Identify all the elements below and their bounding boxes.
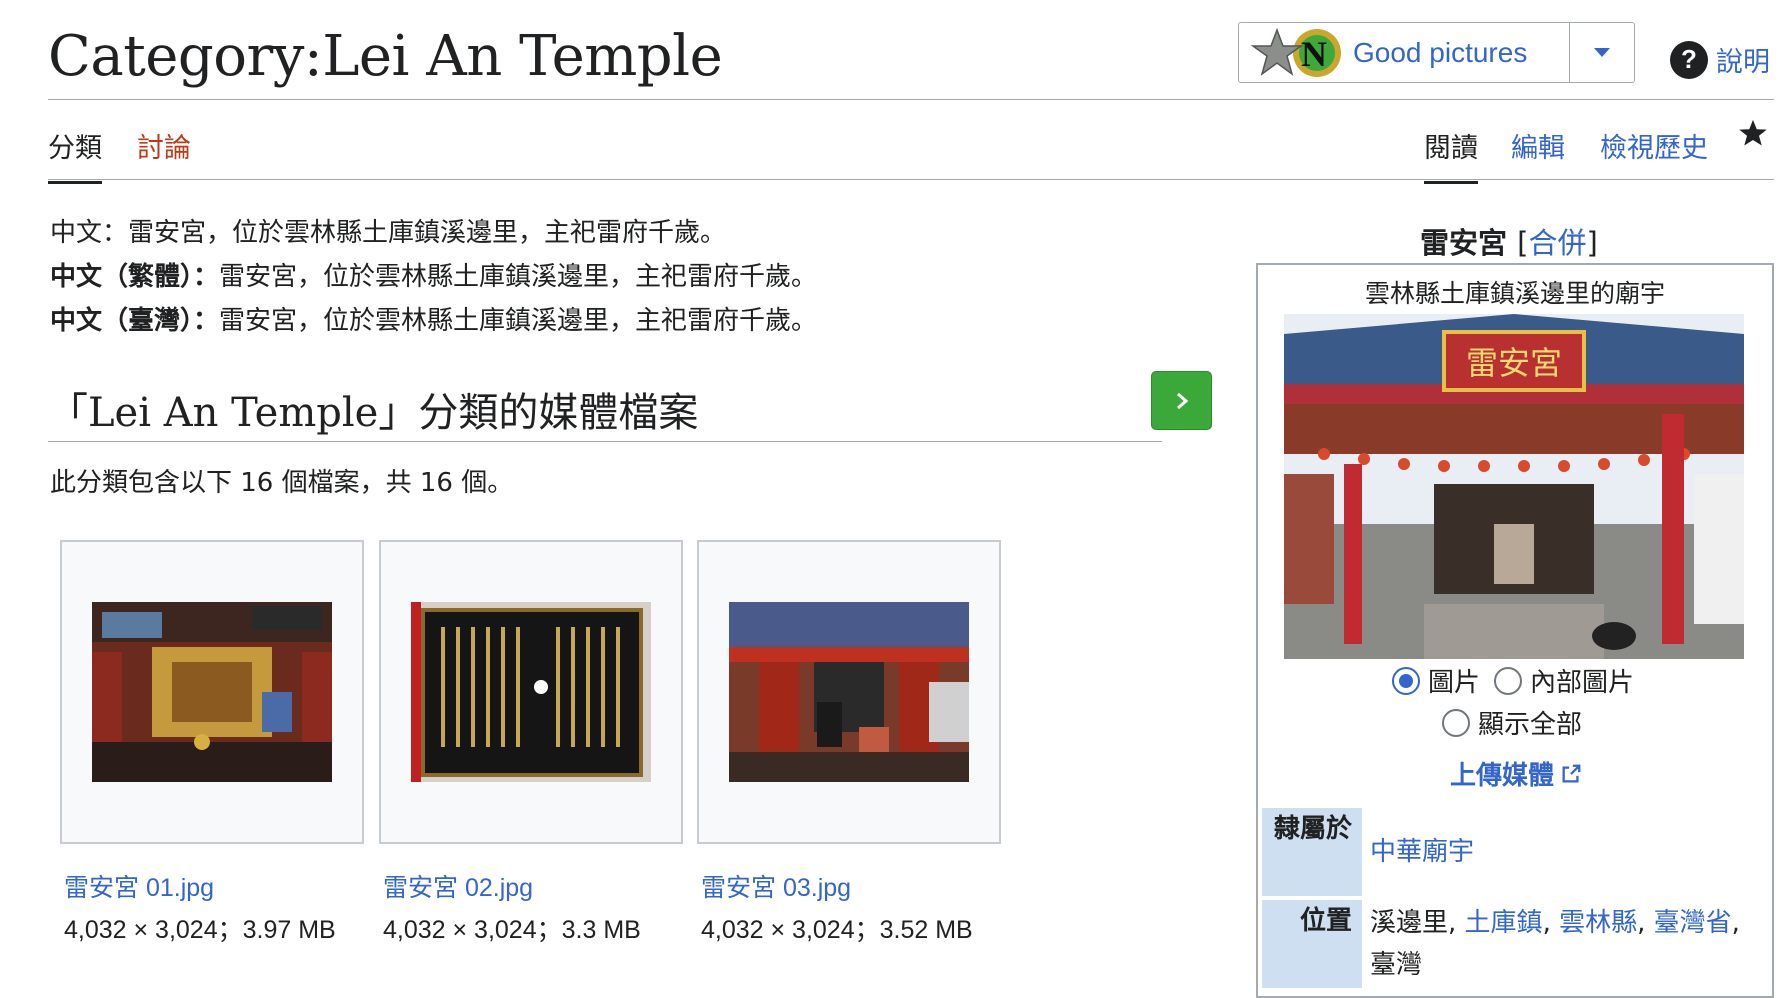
watch-star-icon[interactable]: [1738, 118, 1768, 152]
file-meta: 4,032 × 3,024；3.97 MB: [64, 916, 336, 944]
tab-edit[interactable]: 編輯: [1511, 126, 1565, 181]
help-link[interactable]: ? 說明: [1670, 40, 1770, 79]
location-label: 位置: [1262, 900, 1362, 988]
description-line: 中文（繁體）：雷安宮，位於雲林縣土庫鎮溪邊里，主祀雷府千歲。: [50, 262, 817, 293]
infobox-title: 雷安宮: [1420, 226, 1508, 260]
upload-media-link[interactable]: 上傳媒體: [1450, 755, 1582, 792]
radio-interior[interactable]: [1494, 666, 1523, 695]
title-divider: [48, 99, 1774, 100]
gallery-item[interactable]: [697, 540, 1001, 844]
description-label: 中文（臺灣）：: [50, 306, 220, 336]
merge-bracket: [合併]: [1517, 226, 1598, 260]
radio-picture[interactable]: [1392, 666, 1420, 695]
infobox-caption: 雲林縣土庫鎮溪邊里的廟宇: [1364, 279, 1665, 308]
file-link[interactable]: 雷安宮 03.jpg: [701, 868, 851, 904]
next-page-button[interactable]: [1151, 371, 1212, 430]
radio-picture-label: 圖片: [1428, 668, 1481, 698]
image-radio-option[interactable]: 圖片 內部圖片: [1392, 662, 1634, 699]
tabs-divider: [48, 179, 1774, 180]
description-label: 中文：: [50, 218, 129, 248]
file-count-text: 此分類包含以下 16 個檔案，共 16 個。: [50, 468, 514, 498]
file-thumbnail[interactable]: [729, 602, 969, 782]
good-pictures-label: Good pictures: [1353, 36, 1528, 68]
radio-show-all-label: 顯示全部: [1478, 710, 1583, 740]
location-country: 臺灣: [1370, 950, 1423, 980]
gallery-item[interactable]: [60, 540, 364, 844]
external-link-icon: [1562, 764, 1581, 782]
location-county-link[interactable]: 雲林縣: [1559, 908, 1637, 938]
media-section-heading: 「Lei An Temple」分類的媒體檔案: [48, 390, 699, 436]
show-all-radio-option[interactable]: 顯示全部: [1442, 704, 1582, 741]
upload-label: 上傳媒體: [1450, 761, 1555, 791]
location-town-link[interactable]: 土庫鎮: [1465, 908, 1543, 938]
merge-link[interactable]: 合併: [1528, 226, 1586, 260]
file-meta: 4,032 × 3,024；3.3 MB: [383, 916, 641, 944]
tab-read[interactable]: 閱讀: [1424, 126, 1478, 184]
good-pictures-dropdown[interactable]: N Good pictures: [1238, 22, 1635, 83]
location-value: 溪邊里, 土庫鎮, 雲林縣, 臺灣省, 臺灣: [1370, 902, 1760, 986]
file-link[interactable]: 雷安宮 02.jpg: [383, 868, 533, 904]
description-label: 中文（繁體）：: [50, 262, 220, 292]
help-icon: ?: [1670, 40, 1708, 79]
affiliation-label: 隸屬於: [1262, 808, 1362, 896]
help-label: 說明: [1716, 47, 1770, 78]
gallery-item[interactable]: [379, 540, 683, 844]
good-pictures-button[interactable]: N Good pictures: [1239, 23, 1570, 82]
chevron-right-icon: [1176, 392, 1188, 409]
location-village: 溪邊里: [1370, 908, 1449, 938]
file-meta: 4,032 × 3,024；3.52 MB: [701, 916, 973, 944]
file-link[interactable]: 雷安宮 01.jpg: [64, 868, 214, 904]
infobox-image[interactable]: 雷安宮: [1284, 314, 1744, 659]
description-text: 雷安宮，位於雲林縣土庫鎮溪邊里，主祀雷府千歲。: [219, 306, 818, 336]
chevron-down-icon[interactable]: [1570, 23, 1634, 82]
description-text: 雷安宮，位於雲林縣土庫鎮溪邊里，主祀雷府千歲。: [219, 262, 818, 292]
infobox-heading: 雷安宮 [合併]: [1420, 220, 1598, 262]
page-title: Category:Lei An Temple: [48, 24, 723, 89]
tab-talk[interactable]: 討論: [137, 126, 191, 181]
file-thumbnail[interactable]: [92, 602, 332, 782]
temple-sign-text: 雷安宮: [1466, 344, 1562, 382]
radio-interior-label: 內部圖片: [1530, 668, 1635, 698]
media-heading-divider: [48, 441, 1162, 442]
svg-text:N: N: [1301, 34, 1327, 74]
quality-star-logo-icon: N: [1249, 26, 1349, 80]
file-thumbnail[interactable]: [411, 602, 651, 782]
location-province-link[interactable]: 臺灣省: [1654, 908, 1732, 938]
affiliation-value[interactable]: 中華廟宇: [1370, 832, 1475, 874]
radio-show-all[interactable]: [1442, 708, 1470, 737]
description-text: 雷安宮，位於雲林縣土庫鎮溪邊里，主祀雷府千歲。: [128, 218, 727, 248]
description-line: 中文：雷安宮，位於雲林縣土庫鎮溪邊里，主祀雷府千歲。: [50, 218, 726, 249]
description-line: 中文（臺灣）：雷安宮，位於雲林縣土庫鎮溪邊里，主祀雷府千歲。: [50, 306, 817, 337]
tab-history[interactable]: 檢視歷史: [1600, 126, 1708, 181]
tab-category[interactable]: 分類: [48, 126, 102, 184]
